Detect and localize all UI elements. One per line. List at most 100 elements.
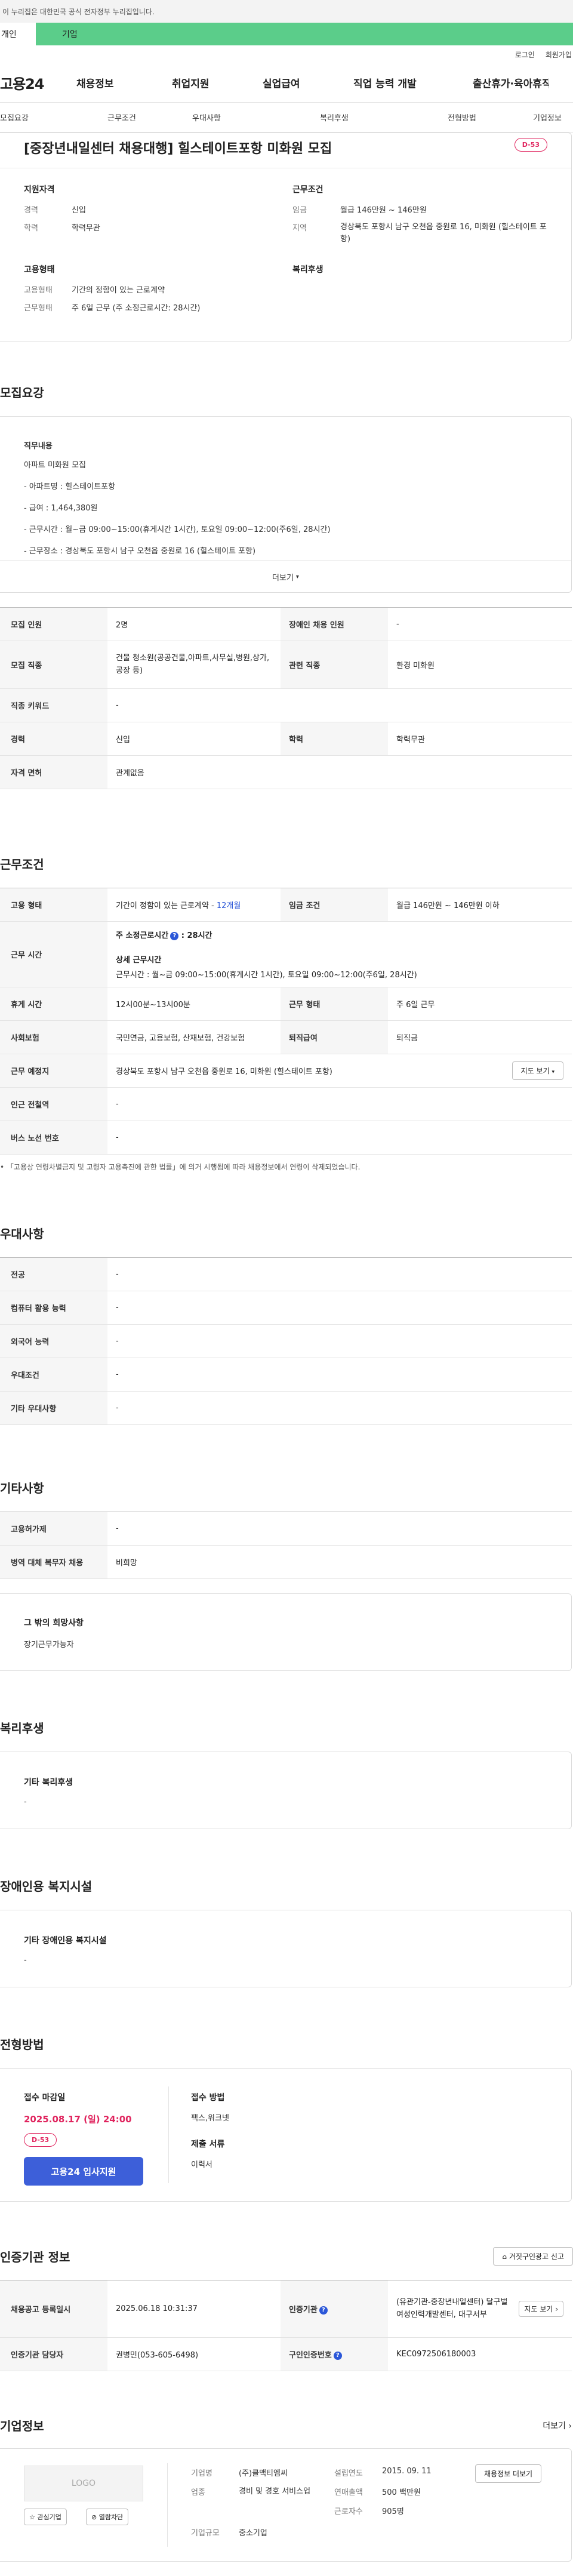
cell-value: -: [107, 1358, 572, 1392]
table-row: 직종 키워드 -: [0, 688, 572, 722]
welfare-section-title: 복리후생: [0, 1721, 44, 1735]
summary-wage: 임금 월급 146만원 ~ 146만원: [292, 204, 427, 215]
age-notice: • 「고용상 연령차별금지 및 고령자 고용촉진에 관한 법률」에 의거 시행됨…: [0, 1162, 573, 1172]
info-icon[interactable]: ?: [170, 931, 179, 940]
company-section-title: 기업정보: [0, 2419, 44, 2433]
subnav-conditions[interactable]: 근무조건: [107, 112, 136, 123]
table-row: 휴게 시간 12시00분~13시00분 근무 형태 주 6일 근무: [0, 987, 572, 1021]
cell-value: -: [107, 1121, 572, 1155]
favorite-label: 관심기업: [37, 2513, 61, 2521]
company-employees-key: 근로자수: [334, 2507, 363, 2516]
company-revenue-row: 연매출액 500 백만원: [334, 2486, 421, 2497]
tab-company[interactable]: 기업: [36, 23, 573, 45]
cell-key: 구인인증번호?: [281, 2337, 388, 2371]
welfare-value: -: [24, 1798, 27, 1806]
cell-value: 2명: [107, 607, 281, 641]
map-view-button[interactable]: 지도 보기 ▾: [512, 1061, 563, 1080]
company-founded-value: 2015. 09. 11: [382, 2467, 432, 2476]
cell-value: -: [107, 1391, 572, 1425]
cell-key: 인증기관?: [281, 2280, 388, 2338]
cell-value: -: [107, 1291, 572, 1325]
cell-key: 버스 노선 번호: [0, 1121, 107, 1155]
subnav-preference[interactable]: 우대사항: [192, 112, 221, 123]
subnav-company[interactable]: 기업정보: [533, 112, 562, 123]
cell-key: 채용공고 등록일시: [0, 2280, 107, 2338]
cell-key: 임금 조건: [281, 888, 388, 922]
more-button[interactable]: 더보기 ▾: [0, 560, 571, 593]
company-more-link[interactable]: 더보기 ›: [543, 2420, 572, 2432]
tab-personal[interactable]: 개인: [0, 23, 36, 45]
cert-map-button[interactable]: 지도 보기 ›: [519, 2301, 563, 2317]
block-company-button[interactable]: ⊘ 열람차단: [86, 2509, 129, 2525]
worktype-value: 주 6일 근무 (주 소정근로시간: 28시간): [72, 304, 201, 313]
subnav-selection[interactable]: 전형방법: [448, 112, 476, 123]
section-subnav: 모집요강 근무조건 우대사항 복리후생 전형방법 기업정보: [0, 103, 573, 133]
deadline-value: 2025.08.17 (일) 24:00: [24, 2114, 132, 2125]
preference-section-title: 우대사항: [0, 1227, 44, 1241]
wage-key: 임금: [292, 206, 307, 215]
region-key: 지역: [292, 224, 307, 233]
company-logo: LOGO: [24, 2466, 143, 2501]
cell-key: 기타 우대사항: [0, 1391, 107, 1425]
company-founded-key: 설립연도: [334, 2469, 363, 2478]
cert-no-key-label: 구인인증번호: [289, 2351, 332, 2360]
disabled-label: 기타 장애인용 복지시설: [24, 1936, 107, 1946]
cell-value: 월급 146만원 ~ 146만원 이하: [388, 888, 572, 922]
education-value: 학력무관: [72, 224, 100, 233]
favorite-company-button[interactable]: ☆ 관심기업: [24, 2509, 67, 2525]
company-name-key: 기업명: [191, 2469, 212, 2478]
disabled-section-title: 장애인용 복지시설: [0, 1879, 93, 1894]
cell-value: 환경 미화원: [388, 641, 572, 689]
deadline-label: 접수 마감일: [24, 2093, 66, 2103]
career-value: 신입: [72, 206, 86, 215]
tab-company-label: 기업: [62, 30, 78, 39]
cell-value: 신입: [107, 722, 281, 756]
cell-value: -: [107, 1512, 572, 1546]
gnb-leave[interactable]: 출산휴가·육아휴직: [473, 75, 549, 90]
cell-value: 권병민(053-605-6498): [107, 2337, 281, 2371]
gnb-unemployment-benefit[interactable]: 실업급여: [263, 75, 353, 90]
summary-education: 학력 학력무관: [24, 221, 100, 233]
site-logo[interactable]: 고용24: [0, 72, 76, 93]
welfare-heading: 복리후생: [292, 265, 324, 275]
company-employees-row: 근로자수 905명: [334, 2505, 404, 2516]
subnav-recruit[interactable]: 모집요강: [0, 112, 29, 123]
info-icon[interactable]: ?: [333, 2351, 342, 2360]
false-ad-report-button[interactable]: ⌂ 거짓구인광고 신고: [493, 2247, 573, 2266]
cell-value: 기간이 정함이 있는 근로계약 - 12개월: [107, 888, 281, 922]
detail-hours-label: 상세 근무시간: [116, 956, 162, 965]
conditions-heading: 근무조건: [292, 185, 324, 195]
gnb-job-training[interactable]: 직업 능력 개발: [353, 75, 473, 90]
login-link[interactable]: 로그인: [515, 50, 535, 60]
subnav-welfare[interactable]: 복리후생: [320, 112, 349, 123]
recruit-section-title: 모집요강: [0, 386, 44, 400]
cell-key: 모집 직종: [0, 641, 107, 689]
cell-value: 건물 청소원(공공건물,아파트,사무실,병원,상가,공장 등): [107, 641, 281, 689]
apply-button[interactable]: 고용24 입사지원: [24, 2157, 143, 2186]
chevron-down-icon: ▾: [552, 1069, 554, 1075]
company-size-key: 기업규모: [191, 2529, 220, 2538]
org-key-label: 인증기관: [289, 2306, 318, 2315]
table-row: 사회보험 국민연금, 고용보험, 산재보험, 건강보험 퇴직급여 퇴직금: [0, 1020, 572, 1054]
gnb-employment-support[interactable]: 취업지원: [172, 75, 263, 90]
company-jobs-button[interactable]: 채용정보 더보기: [475, 2464, 542, 2483]
block-label: 열람차단: [98, 2513, 124, 2521]
join-link[interactable]: 회원가입: [546, 50, 572, 60]
table-row: 병역 대체 복무자 채용 비희망: [0, 1545, 572, 1579]
cell-value: 퇴직금: [388, 1020, 572, 1054]
detail-hours-value: 근무시간 : 월~금 09:00~15:00(휴게시간 1시간), 토요일 09…: [116, 971, 417, 980]
job-desc-line: 아파트 미화원 모집: [24, 461, 86, 470]
global-nav: 고용24 채용정보 취업지원 실업급여 직업 능력 개발 출산휴가·육아휴직: [0, 63, 573, 103]
info-icon[interactable]: ?: [319, 2306, 328, 2315]
emptype-text: 기간이 정함이 있는 근로계약 -: [116, 901, 214, 910]
gnb-jobs[interactable]: 채용정보: [76, 75, 172, 90]
table-row: 모집 인원 2명 장애인 채용 인원 -: [0, 607, 572, 641]
job-summary-card: [중장년내일센터 채용대행] 힐스테이트포항 미화원 모집 D-53 지원자격 …: [0, 133, 572, 341]
chevron-right-icon: ›: [568, 2421, 572, 2431]
cell-key: 모집 인원: [0, 607, 107, 641]
emptype-value: 기간의 정함이 있는 근로계약: [72, 286, 165, 295]
table-row: 자격 면허 관계없음: [0, 755, 572, 789]
cell-key: 관련 직종: [281, 641, 388, 689]
home-icon: ⌂: [502, 2252, 507, 2261]
tab-personal-label: 개인: [1, 30, 17, 39]
